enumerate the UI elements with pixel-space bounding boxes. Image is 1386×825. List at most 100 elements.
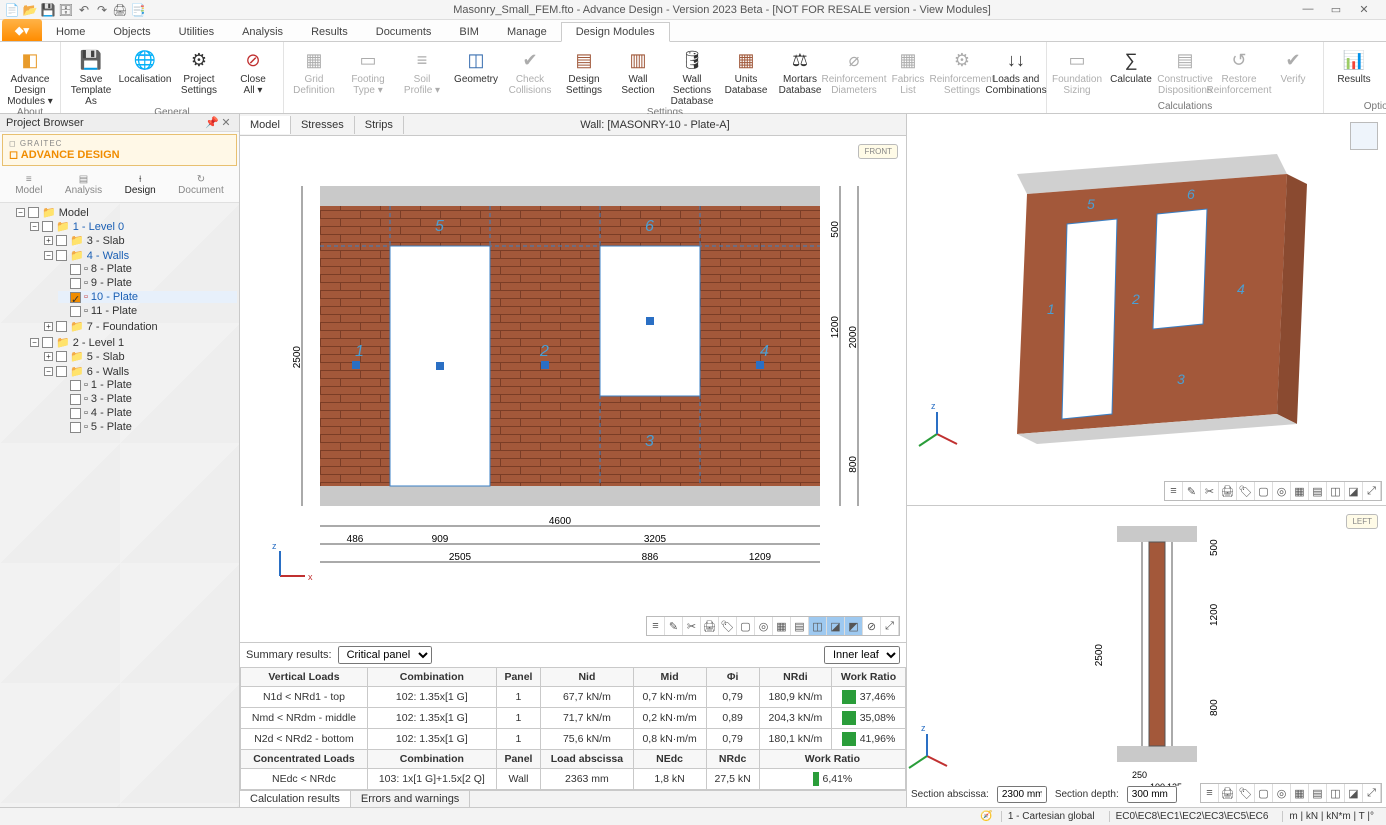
btn-units-db[interactable]: ▦UnitsDatabase xyxy=(722,44,770,96)
vtb-layers-icon[interactable]: ▤ xyxy=(791,617,809,635)
btn-wall-db[interactable]: 🛢Wall SectionsDatabase xyxy=(668,44,716,107)
vtb-view1-icon[interactable]: ◫ xyxy=(809,617,827,635)
btn-project-settings[interactable]: ⚙ProjectSettings xyxy=(175,44,223,96)
vstb-5[interactable]: ◎ xyxy=(1273,784,1291,802)
btab-calc-results[interactable]: Calculation results xyxy=(240,791,351,807)
mode-document[interactable]: ↻Document xyxy=(178,174,224,196)
summary-select[interactable]: Critical panel xyxy=(338,646,432,664)
qat-saveall-icon[interactable]: 🗄 xyxy=(58,2,74,18)
v3tb-7[interactable]: ◎ xyxy=(1273,482,1291,500)
v3tb-10[interactable]: ◫ xyxy=(1327,482,1345,500)
btn-geometry[interactable]: ◫Geometry xyxy=(452,44,500,85)
v3tb-11[interactable]: ◪ xyxy=(1345,482,1363,500)
mode-analysis[interactable]: ▤Analysis xyxy=(65,174,102,196)
btn-adv-modules[interactable]: ◧Advance DesignModules ▾ xyxy=(6,44,54,107)
vstb-8[interactable]: ◫ xyxy=(1327,784,1345,802)
mode-design[interactable]: ⟊Design xyxy=(125,174,156,196)
v3tb-9[interactable]: ▤ xyxy=(1309,482,1327,500)
qat-print-icon[interactable]: 🖨 xyxy=(112,2,128,18)
v3tb-6[interactable]: ▢ xyxy=(1255,482,1273,500)
qat-export-icon[interactable]: 📑 xyxy=(130,2,146,18)
btn-mortars-db[interactable]: ⚖MortarsDatabase xyxy=(776,44,824,96)
btab-errors[interactable]: Errors and warnings xyxy=(351,791,470,807)
svg-text:1200: 1200 xyxy=(1209,603,1220,626)
tab-objects[interactable]: Objects xyxy=(99,23,164,41)
tab-manage[interactable]: Manage xyxy=(493,23,561,41)
vtb-list-icon[interactable]: ≡ xyxy=(647,617,665,635)
vstb-3[interactable]: 🏷 xyxy=(1237,784,1255,802)
view-3d[interactable]: 1 2 3 4 5 6 z ≡✎✂🖨🏷▢◎▦▤◫◪⤢ xyxy=(907,114,1386,506)
abscissa-input[interactable] xyxy=(997,786,1047,803)
qat-open-icon[interactable]: 📂 xyxy=(22,2,38,18)
qat-save-icon[interactable]: 💾 xyxy=(40,2,56,18)
vtb-edit-icon[interactable]: ✎ xyxy=(665,617,683,635)
vstb-10[interactable]: ⤢ xyxy=(1363,784,1381,802)
panel-close-icon[interactable]: ✕ xyxy=(219,116,233,129)
vtb-cut-icon[interactable]: ✂ xyxy=(683,617,701,635)
btn-loads-comb[interactable]: ↓↓Loads andCombinations xyxy=(992,44,1040,96)
btn-localisation[interactable]: 🌐Localisation xyxy=(121,44,169,85)
tab-design-modules[interactable]: Design Modules xyxy=(561,22,670,42)
v3tb-4[interactable]: 🖨 xyxy=(1219,482,1237,500)
btn-save-template[interactable]: 💾SaveTemplate As xyxy=(67,44,115,107)
vtb-tag-icon[interactable]: 🏷 xyxy=(719,617,737,635)
minimize-button[interactable]: — xyxy=(1298,3,1318,16)
status-coord: 1 - Cartesian global xyxy=(1001,811,1101,822)
doc-tab-strips[interactable]: Strips xyxy=(355,116,404,134)
btn-calculate[interactable]: ∑Calculate xyxy=(1107,44,1155,85)
btn-design-settings[interactable]: ▤DesignSettings xyxy=(560,44,608,96)
btn-results[interactable]: 📊Results xyxy=(1330,44,1378,85)
vstb-2[interactable]: 🖨 xyxy=(1219,784,1237,802)
section-badge: LEFT xyxy=(1346,514,1378,529)
qat-undo-icon[interactable]: ↶ xyxy=(76,2,92,18)
qat-redo-icon[interactable]: ↷ xyxy=(94,2,110,18)
vstb-7[interactable]: ▤ xyxy=(1309,784,1327,802)
vstb-1[interactable]: ≡ xyxy=(1201,784,1219,802)
vtb-expand-icon[interactable]: ⤢ xyxy=(881,617,899,635)
view-cube[interactable] xyxy=(1350,122,1378,150)
leaf-select[interactable]: Inner leaf xyxy=(824,646,900,664)
vtb-box-icon[interactable]: ▢ xyxy=(737,617,755,635)
status-gizmo-icon[interactable]: 🧭 xyxy=(980,811,992,822)
doc-tab-stresses[interactable]: Stresses xyxy=(291,116,355,134)
btn-wall-section[interactable]: ▥WallSection xyxy=(614,44,662,96)
vstb-4[interactable]: ▢ xyxy=(1255,784,1273,802)
panel-pin-icon[interactable]: 📌 xyxy=(205,116,219,129)
tab-results[interactable]: Results xyxy=(297,23,362,41)
tab-home[interactable]: Home xyxy=(42,23,99,41)
tab-bim[interactable]: BIM xyxy=(445,23,493,41)
vtb-view2-icon[interactable]: ◪ xyxy=(827,617,845,635)
v3tb-5[interactable]: 🏷 xyxy=(1237,482,1255,500)
tree-node-plate-10[interactable]: ✓▫10 - Plate xyxy=(58,291,237,303)
tab-analysis[interactable]: Analysis xyxy=(228,23,297,41)
vtb-cross-icon[interactable]: ⊘ xyxy=(863,617,881,635)
qat-new-icon[interactable]: 📄 xyxy=(4,2,20,18)
v3tb-8[interactable]: ▦ xyxy=(1291,482,1309,500)
depth-input[interactable] xyxy=(1127,786,1177,803)
vtb-grid-icon[interactable]: ▦ xyxy=(773,617,791,635)
v3tb-2[interactable]: ✎ xyxy=(1183,482,1201,500)
restore-button[interactable]: ▭ xyxy=(1326,3,1346,16)
svg-text:500: 500 xyxy=(1209,539,1220,556)
vtb-view3-icon[interactable]: ◩ xyxy=(845,617,863,635)
vtb-target-icon[interactable]: ◎ xyxy=(755,617,773,635)
v3tb-3[interactable]: ✂ xyxy=(1201,482,1219,500)
doc-tab-model[interactable]: Model xyxy=(240,116,291,134)
v3tb-12[interactable]: ⤢ xyxy=(1363,482,1381,500)
tab-utilities[interactable]: Utilities xyxy=(165,23,228,41)
vtb-print-icon[interactable]: 🖨 xyxy=(701,617,719,635)
btn-close-all[interactable]: ⊘CloseAll ▾ xyxy=(229,44,277,96)
wall-viewport[interactable]: FRONT xyxy=(240,136,906,642)
v3tb-1[interactable]: ≡ xyxy=(1165,482,1183,500)
app-button[interactable]: ◆▾ xyxy=(2,19,42,41)
close-button[interactable]: ✕ xyxy=(1354,3,1374,16)
vstb-6[interactable]: ▦ xyxy=(1291,784,1309,802)
panel-title: Project Browser xyxy=(6,117,84,129)
mode-model[interactable]: ≡Model xyxy=(15,174,42,196)
tab-documents[interactable]: Documents xyxy=(362,23,446,41)
view-section[interactable]: LEFT 2500 500 1200 800 250 100 125 z xyxy=(907,506,1386,807)
vstb-9[interactable]: ◪ xyxy=(1345,784,1363,802)
project-browser-panel: Project Browser 📌 ✕ ◻ GRAITEC ◻ ADVANCE … xyxy=(0,114,240,807)
model-tree[interactable]: −📁Model −📁1 - Level 0 +📁3 - Slab −📁4 - W… xyxy=(0,203,239,807)
svg-text:x: x xyxy=(308,572,313,582)
